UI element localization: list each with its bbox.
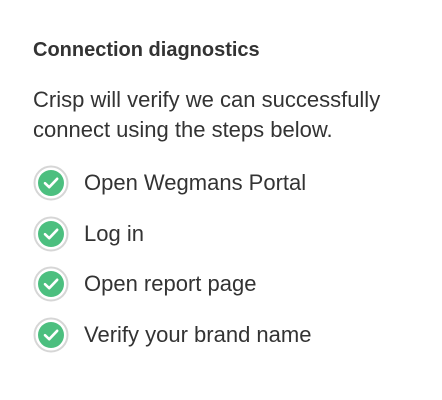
step-label: Verify your brand name bbox=[84, 321, 312, 347]
panel-title: Connection diagnostics bbox=[33, 39, 260, 61]
check-circle-icon bbox=[33, 266, 69, 302]
panel-description: Crisp will verify we can successfully co… bbox=[33, 87, 381, 142]
step-open-report-page: Open report page bbox=[33, 266, 442, 302]
check-circle-icon bbox=[33, 317, 69, 353]
step-label: Open Wegmans Portal bbox=[84, 170, 307, 195]
check-circle-icon bbox=[33, 216, 69, 252]
step-label: Log in bbox=[84, 220, 144, 246]
connection-diagnostics-panel: Connection diagnostics Crisp will verify… bbox=[33, 36, 442, 367]
diagnostic-steps-list: Open Wegmans Portal Log in Open report p… bbox=[33, 165, 442, 353]
check-circle-icon bbox=[33, 165, 69, 201]
step-open-portal: Open Wegmans Portal bbox=[33, 165, 442, 201]
step-label: Open report page bbox=[84, 271, 257, 296]
step-log-in: Log in bbox=[33, 216, 442, 252]
step-verify-brand-name: Verify your brand name bbox=[33, 317, 442, 353]
